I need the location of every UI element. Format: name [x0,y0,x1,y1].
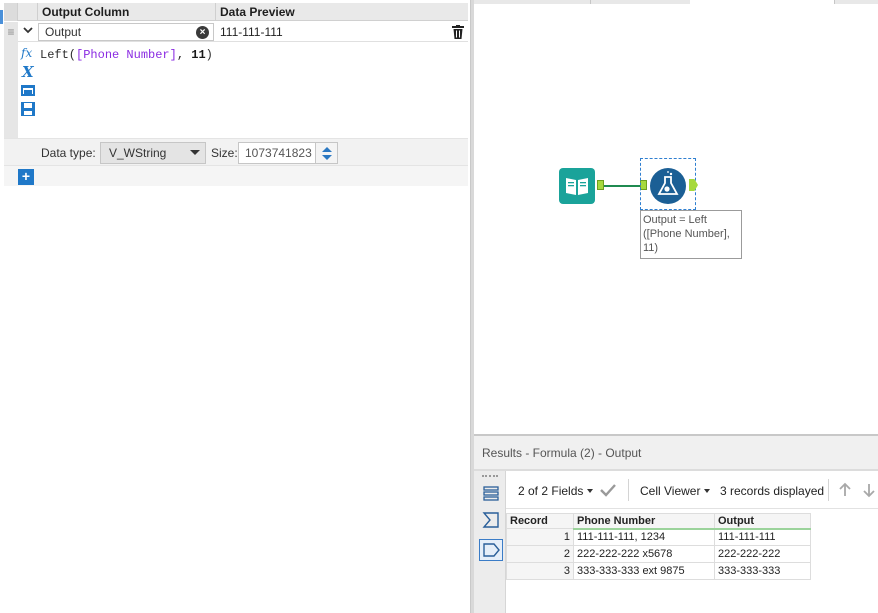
size-label: Size: [211,146,238,160]
table-row[interactable]: 3 333-333-333 ext 9875 333-333-333 [506,562,811,580]
metadata-icon[interactable] [479,509,503,531]
formula-output-anchor[interactable] [689,179,698,191]
phone-cell[interactable]: 111-111-111, 1234 [573,528,715,546]
size-spinner[interactable] [316,142,338,164]
book-icon [566,178,588,195]
table-row[interactable]: 1 111-111-111, 1234 111-111-111 [506,528,811,546]
input-data-tool[interactable] [559,168,595,204]
clear-icon[interactable]: × [196,26,209,39]
flask-icon [657,171,679,195]
tab-divider [834,0,835,4]
add-formula-button[interactable]: + [18,169,34,185]
formula-row: ≡ × 111-111-111 [4,22,468,42]
checkmark-icon[interactable] [599,483,617,497]
results-grid: Record Phone Number Output 1 111-111-111… [506,509,878,613]
output-anchor[interactable] [597,180,604,190]
save-icon[interactable] [20,101,36,117]
output-cell[interactable]: 222-222-222 [714,545,811,563]
data-preview-value: 111-111-111 [220,25,283,39]
data-preview-header: Data Preview [220,5,295,19]
output-column-header-result[interactable]: Output [714,513,811,530]
column-header-row: Output Column Data Preview [4,3,468,21]
data-type-row: Data type: V_WString Size: 1073741823 [4,138,468,166]
table-view-icon[interactable] [479,483,503,505]
trash-icon[interactable] [452,25,464,39]
results-toolbar: 2 of 2 Fields Cell Viewer 3 records disp… [506,471,878,509]
header-gutter [4,3,18,21]
fields-selector[interactable]: 2 of 2 Fields [518,484,583,498]
active-tab[interactable] [690,0,834,4]
table-header-row: Record Phone Number Output [506,513,811,530]
anchor-tag-icon [483,543,500,557]
results-window: Results - Formula (2) - Output 2 of 2 Fi… [474,434,878,613]
open-folder-icon[interactable] [20,82,36,98]
results-sidebar [474,471,506,613]
arrow-down-icon[interactable] [862,482,876,498]
phone-column-header[interactable]: Phone Number [573,513,715,530]
expression-tools: fx X [18,42,38,138]
panel-accent [0,10,3,24]
table-row[interactable]: 2 222-222-222 x5678 222-222-222 [506,545,811,563]
tool-annotation: Output = Left ([Phone Number], 11) [640,210,742,259]
output-cell[interactable]: 111-111-111 [714,528,811,546]
fields-caret-icon[interactable] [587,489,593,493]
record-column-header[interactable]: Record [506,513,574,529]
expression-content: Left([Phone Number], 11) [40,48,213,62]
arrow-up-icon[interactable] [838,482,852,498]
chevron-down-icon[interactable] [18,22,38,42]
expression-editor[interactable]: fx X Left([Phone Number], 11) [4,42,468,138]
results-table: Record Phone Number Output 1 111-111-111… [506,513,811,580]
phone-cell[interactable]: 333-333-333 ext 9875 [573,562,715,580]
output-anchor-view-button[interactable] [479,539,503,561]
viewer-caret-icon[interactable] [704,489,710,493]
spin-down-icon[interactable] [322,155,332,160]
expression-text[interactable]: Left([Phone Number], 11) [40,48,213,62]
spin-up-icon[interactable] [322,147,332,152]
record-cell[interactable]: 2 [506,545,574,563]
toolbar-separator [828,479,829,501]
output-column-header: Output Column [38,3,216,21]
size-input[interactable]: 1073741823 [238,142,316,164]
connection-line[interactable] [604,185,640,187]
add-row: + [4,166,468,186]
drag-handle-icon[interactable]: ≡ [4,22,18,42]
svg-text:fx: fx [20,46,32,60]
output-column-input[interactable] [38,23,214,41]
record-cell[interactable]: 1 [506,528,574,546]
results-title: Results - Formula (2) - Output [482,446,642,460]
canvas-tab-strip [474,0,878,4]
function-icon[interactable]: fx [20,44,36,60]
data-type-value: V_WString [109,146,167,160]
variable-icon[interactable]: X [20,63,36,79]
formula-config-panel: Output Column Data Preview ≡ × 111-111-1… [0,0,470,613]
output-cell[interactable]: 333-333-333 [714,562,811,580]
records-count: 3 records displayed [720,484,825,498]
chevron-svg [23,27,33,34]
header-expand-col [18,3,38,21]
tab-divider [590,0,591,4]
workflow-canvas[interactable]: Output = Left ([Phone Number], 11) [474,0,878,434]
data-type-label: Data type: [41,146,96,160]
phone-cell[interactable]: 222-222-222 x5678 [573,545,715,563]
dropdown-caret-icon[interactable] [190,150,200,155]
record-cell[interactable]: 3 [506,562,574,580]
svg-text:X: X [21,63,35,79]
formula-tool[interactable] [650,168,686,204]
toolbar-separator [628,479,629,501]
cell-viewer-selector[interactable]: Cell Viewer [640,484,700,498]
grip-dots-icon[interactable] [482,475,498,477]
